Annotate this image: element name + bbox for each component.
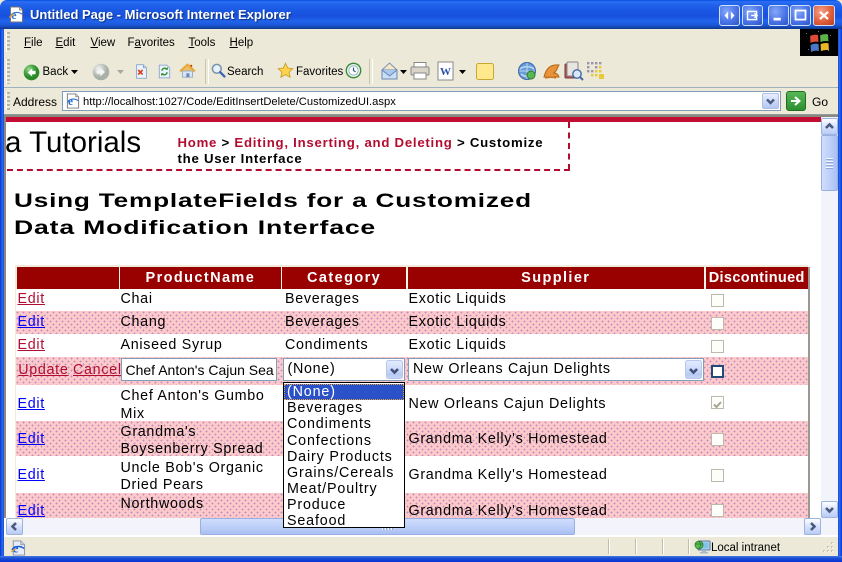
svg-text:W: W	[440, 66, 451, 78]
svg-text:e: e	[68, 96, 73, 108]
